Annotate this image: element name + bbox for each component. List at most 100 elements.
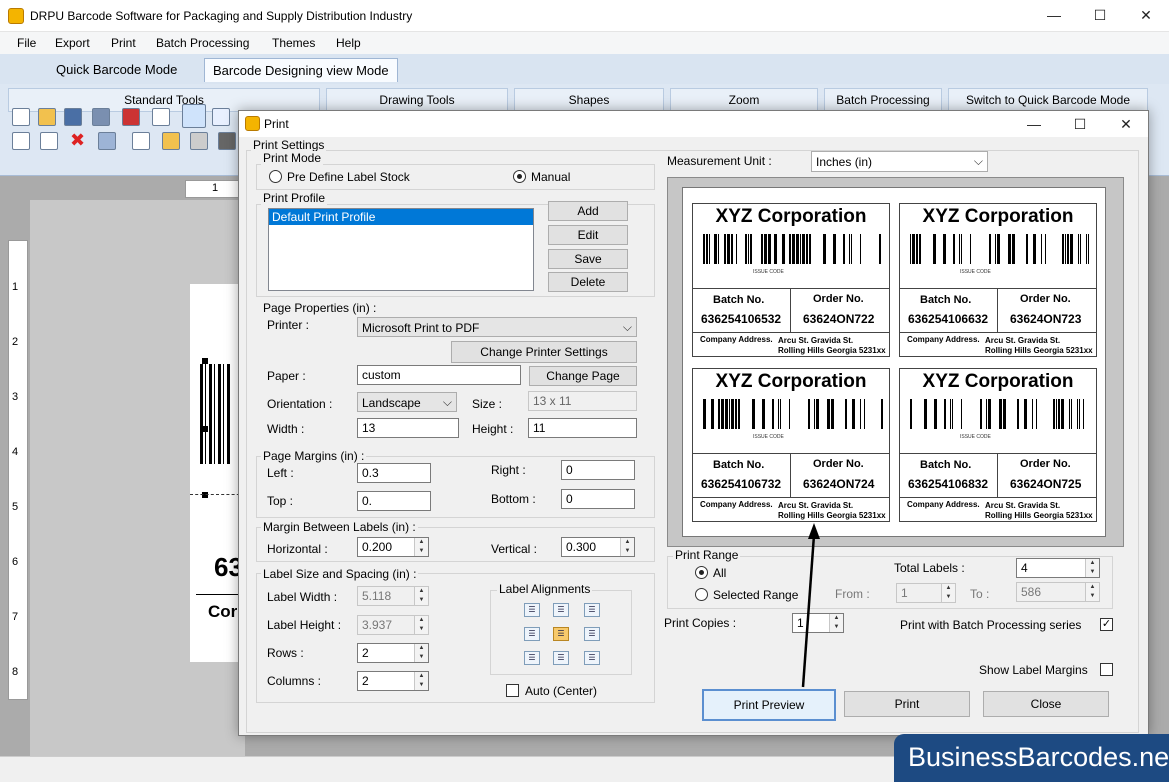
label-address-line2: Rolling Hills Georgia 5231xx [778,346,886,355]
align-middle-center-icon[interactable]: ☰ [553,627,569,641]
horizontal-spin[interactable]: 0.200 ▲ ▼ [357,537,429,557]
ribbon-group-drawing-tools: Drawing Tools [326,88,508,112]
printer-label: Printer : [267,318,310,332]
selection-handle[interactable] [202,358,208,364]
bottom-margin-input[interactable]: 0 [561,489,635,509]
canvas-company-text[interactable]: Cor [208,602,237,622]
copy-icon[interactable] [12,132,30,150]
edit-profile-button[interactable]: Edit [548,225,628,245]
minimize-button[interactable]: — [1031,0,1077,30]
dialog-close-icon[interactable]: ✕ [1103,111,1149,137]
show-label-margins-checkbox[interactable] [1100,663,1113,676]
duplicate-icon[interactable] [132,132,150,150]
rows-spin[interactable]: 2 ▲ ▼ [357,643,429,663]
print-preview-button[interactable]: Print Preview [702,689,836,721]
selection-handle[interactable] [202,426,208,432]
spin-arrows-icon[interactable]: ▲ ▼ [414,672,428,690]
tab-barcode-designing-mode[interactable]: Barcode Designing view Mode [204,58,398,82]
total-labels-spin[interactable]: 4 ▲ ▼ [1016,558,1100,578]
vertical-spin[interactable]: 0.300 ▲ ▼ [561,537,635,557]
print-profile-list[interactable]: Default Print Profile [268,208,534,291]
watermark-logo: BusinessBarcodes.net [894,734,1169,782]
delete-profile-button[interactable]: Delete [548,272,628,292]
spin-arrows-icon[interactable]: ▲ ▼ [620,538,634,556]
design-canvas-page[interactable]: 63 Cor [190,284,245,662]
top-margin-input[interactable]: 0. [357,491,431,511]
image-export-icon[interactable] [152,108,170,126]
barcode-bar [851,234,852,264]
align-middle-left-icon[interactable]: ☰ [524,627,540,641]
delete-icon[interactable]: ✖ [70,130,85,151]
save-icon[interactable] [64,108,82,126]
left-margin-input[interactable]: 0.3 [357,463,431,483]
save-as-icon[interactable] [92,108,110,126]
label-order-number: 63624ON722 [803,312,875,326]
align-bottom-left-icon[interactable]: ☰ [524,651,540,665]
label-order-heading: Order No. [813,458,864,470]
align-top-left-icon[interactable]: ☰ [524,603,540,617]
menu-help[interactable]: Help [336,36,361,50]
print-button[interactable]: Print [844,691,970,717]
width-input[interactable]: 13 [357,418,459,438]
change-page-button[interactable]: Change Page [529,366,637,386]
barcode-bar [1058,399,1060,429]
radio-predefine-label-stock[interactable] [269,170,282,183]
menu-batch-processing[interactable]: Batch Processing [156,36,249,50]
menu-print[interactable]: Print [111,36,136,50]
ribbon-batch-processing-button[interactable]: Batch Processing [824,88,942,112]
new-icon[interactable] [12,108,30,126]
label-barcode-text: ISSUE CODE [753,434,784,440]
add-profile-button[interactable]: Add [548,201,628,221]
barcode-bar [725,399,728,429]
tab-quick-barcode-mode[interactable]: Quick Barcode Mode [48,58,185,82]
print-settings-label: Print Settings [251,138,327,152]
vertical-value: 0.300 [566,540,597,554]
height-input[interactable]: 11 [528,418,637,438]
align-top-right-icon[interactable]: ☰ [584,603,600,617]
measurement-unit-select[interactable]: Inches (in) ⌵ [811,151,988,172]
canvas-barcode[interactable] [200,364,230,464]
spin-arrows-icon[interactable]: ▲ ▼ [414,644,428,662]
open-folder-icon[interactable] [38,108,56,126]
align-bottom-center-icon[interactable]: ☰ [553,651,569,665]
lock-icon[interactable] [162,132,180,150]
barcode-bar [1080,234,1081,264]
dialog-maximize-button[interactable]: ☐ [1057,111,1103,137]
unlock-icon[interactable] [190,132,208,150]
align-top-center-icon[interactable]: ☰ [553,603,569,617]
group-icon[interactable] [98,132,116,150]
radio-all[interactable] [695,566,708,579]
paste-icon[interactable] [40,132,58,150]
selection-handle[interactable] [202,492,208,498]
ribbon-switch-quick-mode-button[interactable]: Switch to Quick Barcode Mode [948,88,1148,112]
menu-export[interactable]: Export [55,36,90,50]
radio-selected-range[interactable] [695,588,708,601]
align-middle-right-icon[interactable]: ☰ [584,627,600,641]
batch-series-checkbox[interactable]: ✓ [1100,618,1113,631]
radio-manual[interactable] [513,170,526,183]
spin-arrows-icon[interactable]: ▲ ▼ [829,614,843,632]
menu-file[interactable]: File [17,36,36,50]
printer-small-icon[interactable] [218,132,236,150]
export-pdf-icon[interactable] [122,108,140,126]
change-printer-settings-button[interactable]: Change Printer Settings [451,341,637,363]
close-dialog-button[interactable]: Close [983,691,1109,717]
spin-arrows-icon[interactable]: ▲ ▼ [1085,559,1099,577]
save-profile-button[interactable]: Save [548,249,628,269]
grid-icon[interactable] [212,108,230,126]
printer-select[interactable]: Microsoft Print to PDF ⌵ [357,317,637,337]
maximize-button[interactable]: ☐ [1077,0,1123,30]
dialog-minimize-button[interactable]: — [1011,111,1057,137]
label-divider [790,453,791,497]
columns-spin[interactable]: 2 ▲ ▼ [357,671,429,691]
auto-center-checkbox[interactable] [506,684,519,697]
orientation-select[interactable]: Landscape ⌵ [357,392,457,412]
align-bottom-right-icon[interactable]: ☰ [584,651,600,665]
close-button[interactable]: ✕ [1123,0,1169,30]
list-item[interactable]: Default Print Profile [269,209,533,225]
print-icon[interactable] [182,104,206,128]
right-margin-input[interactable]: 0 [561,460,635,480]
paper-input[interactable]: custom [357,365,521,385]
menu-themes[interactable]: Themes [272,36,315,50]
spin-arrows-icon[interactable]: ▲ ▼ [414,538,428,556]
